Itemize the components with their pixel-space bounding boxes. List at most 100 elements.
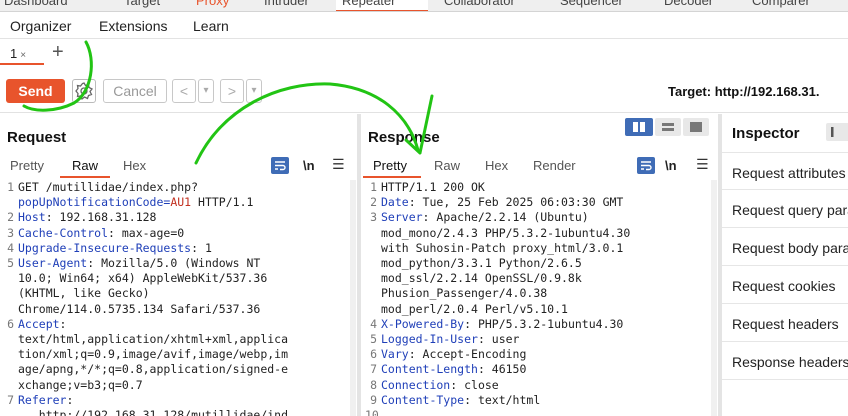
target-label[interactable]: Target: http://192.168.31.	[668, 84, 819, 99]
response-line[interactable]: mod_mono/2.4.3 PHP/5.3.2-1ubuntu4.30	[365, 226, 711, 241]
close-icon[interactable]: ×	[20, 50, 26, 61]
request-line[interactable]: 1 GET /mutillidae/index.php?	[2, 180, 350, 195]
response-line[interactable]: 10	[365, 408, 711, 416]
line-content: mod_python/3.3.1 Python/2.6.5	[381, 256, 582, 271]
tab-collaborator[interactable]: Collaborator	[444, 0, 515, 8]
response-menu-icon[interactable]: ☰	[696, 156, 709, 173]
add-tab-icon[interactable]: +	[52, 41, 64, 64]
request-title: Request	[7, 129, 67, 146]
response-line[interactable]: 2 Date: Tue, 25 Feb 2025 06:03:30 GMT	[365, 195, 711, 210]
header-name: Content-Type	[381, 392, 465, 407]
response-line[interactable]: 5 Logged-In-User: user	[365, 332, 711, 347]
inspector-request-query-parameters[interactable]: Request query parameters	[722, 190, 848, 228]
request-line[interactable]: 3 Cache-Control: max-age=0	[2, 226, 350, 241]
inspector-request-attributes[interactable]: Request attributes	[722, 152, 848, 190]
layout-side-by-side-button[interactable]	[625, 118, 653, 136]
response-line[interactable]: 8 Connection: close	[365, 378, 711, 393]
request-line[interactable]: age/apng,*/*;q=0.8,application/signed-e	[2, 362, 350, 377]
response-line[interactable]: mod_perl/2.0.4 Perl/v5.10.1	[365, 302, 711, 317]
request-line[interactable]: 2 Host: 192.168.31.128	[2, 210, 350, 225]
request-line[interactable]: Chrome/114.0.5735.134 Safari/537.36	[2, 302, 350, 317]
response-line[interactable]: Phusion_Passenger/4.0.38	[365, 286, 711, 301]
wrap-toggle-button[interactable]	[271, 157, 289, 174]
header-value: xchange;v=b3;q=0.7	[18, 377, 143, 392]
line-content: age/apng,*/*;q=0.8,application/signed-e	[18, 362, 288, 377]
layout-tabs-button[interactable]	[683, 118, 709, 136]
response-line[interactable]: 3 Server: Apache/2.2.14 (Ubuntu)	[365, 210, 711, 225]
header-name: Upgrade-Insecure-Requests	[18, 240, 192, 255]
request-line[interactable]: 7 Referer:	[2, 393, 350, 408]
back-history-dropdown[interactable]: ▾	[198, 79, 214, 103]
response-tab-pretty[interactable]: Pretty	[373, 158, 407, 173]
response-editor[interactable]: 1 HTTP/1.1 200 OK 2 Date: Tue, 25 Feb 2025 …	[365, 180, 711, 416]
request-line[interactable]: 4 Upgrade-Insecure-Requests: 1	[2, 241, 350, 256]
back-button[interactable]: <	[172, 79, 196, 103]
cancel-button[interactable]: Cancel	[103, 79, 167, 103]
response-line[interactable]: 4 X-Powered-By: PHP/5.3.2-1ubuntu4.30	[365, 317, 711, 332]
repeater-tab-strip: 1 × +	[0, 39, 848, 67]
header-name: Content-Length	[381, 362, 478, 377]
request-line[interactable]: tion/xml;q=0.9,image/avif,image/webp,im	[2, 347, 350, 362]
line-number: 3	[7, 225, 14, 240]
response-panel: Response Pretty Raw Hex Render \n ☰ 1 HTT…	[361, 114, 718, 416]
tab-repeater[interactable]: Repeater	[336, 0, 428, 11]
tab-extensions[interactable]: Extensions	[99, 18, 167, 34]
send-button[interactable]: Send	[6, 79, 65, 103]
tab-comparer[interactable]: Comparer	[752, 0, 810, 8]
response-tab-raw[interactable]: Raw	[434, 158, 460, 173]
tab-learn[interactable]: Learn	[193, 18, 229, 34]
tab-dashboard[interactable]: Dashboard	[4, 0, 68, 8]
request-menu-icon[interactable]: ☰	[332, 156, 345, 173]
request-tab-hex[interactable]: Hex	[123, 158, 146, 173]
request-tab-raw[interactable]: Raw	[72, 158, 98, 173]
request-scrollbar[interactable]	[350, 180, 356, 416]
request-line[interactable]: text/html,application/xhtml+xml,applica	[2, 332, 350, 347]
response-line[interactable]: 1 HTTP/1.1 200 OK	[365, 180, 711, 195]
request-line[interactable]: 5 User-Agent: Mozilla/5.0 (Windows NT	[2, 256, 350, 271]
tab-target[interactable]: Target	[124, 0, 160, 8]
line-number: 3	[370, 210, 377, 225]
response-newline-toggle-button[interactable]: \n	[665, 158, 677, 173]
response-line[interactable]: 9 Content-Type: text/html	[365, 393, 711, 408]
request-line[interactable]: 10.0; Win64; x64) AppleWebKit/537.36	[2, 271, 350, 286]
line-content: Logged-In-User: user	[381, 332, 519, 347]
inspector-request-body-parameters[interactable]: Request body parameters	[722, 228, 848, 266]
header-value: : 46150	[477, 362, 527, 377]
newline-toggle-button[interactable]: \n	[303, 158, 315, 173]
inspector-response-headers[interactable]: Response headers	[722, 342, 848, 380]
request-line[interactable]: http://192.168.31.128/mutillidae/ind	[2, 408, 350, 416]
request-line[interactable]: (KHTML, like Gecko)	[2, 286, 350, 301]
response-line[interactable]: with Suhosin-Patch proxy_html/3.0.1	[365, 241, 711, 256]
tab-intruder[interactable]: Intruder	[264, 0, 309, 8]
line-content: Content-Length: 46150	[381, 362, 526, 377]
repeater-tab-1[interactable]: 1 ×	[0, 41, 44, 65]
line-number: 10	[365, 408, 379, 416]
forward-button[interactable]: >	[220, 79, 244, 103]
request-line[interactable]: xchange;v=b3;q=0.7	[2, 378, 350, 393]
inspector-layout-button[interactable]	[826, 123, 848, 141]
response-line[interactable]: mod_ssl/2.2.14 OpenSSL/0.9.8k	[365, 271, 711, 286]
request-line[interactable]: 6 Accept:	[2, 317, 350, 332]
response-tab-render[interactable]: Render	[533, 158, 576, 173]
settings-button[interactable]	[72, 79, 96, 103]
request-line[interactable]: popUpNotificationCode=AU1 HTTP/1.1	[2, 195, 350, 210]
main-tab-bar: Dashboard Target Proxy Intruder Repeater…	[0, 0, 848, 12]
response-line[interactable]: mod_python/3.3.1 Python/2.6.5	[365, 256, 711, 271]
tab-sequencer[interactable]: Sequencer	[560, 0, 623, 8]
tab-organizer[interactable]: Organizer	[10, 18, 71, 34]
forward-history-dropdown[interactable]: ▾	[246, 79, 262, 103]
response-tab-hex[interactable]: Hex	[485, 158, 508, 173]
layout-stacked-button[interactable]	[655, 118, 681, 136]
tab-proxy[interactable]: Proxy	[196, 0, 229, 8]
response-wrap-toggle-button[interactable]	[637, 157, 655, 174]
request-tab-pretty[interactable]: Pretty	[10, 158, 44, 173]
inspector-request-cookies[interactable]: Request cookies	[722, 266, 848, 304]
inspector-title: Inspector	[732, 125, 800, 142]
response-line[interactable]: 7 Content-Length: 46150	[365, 362, 711, 377]
request-editor[interactable]: 1 GET /mutillidae/index.php? popUpNotifica…	[2, 180, 350, 416]
tab-decoder[interactable]: Decoder	[664, 0, 713, 8]
response-scrollbar[interactable]	[711, 180, 717, 416]
header-value: http://192.168.31.128/mutillidae/ind	[18, 408, 289, 416]
response-line[interactable]: 6 Vary: Accept-Encoding	[365, 347, 711, 362]
inspector-request-headers[interactable]: Request headers	[722, 304, 848, 342]
